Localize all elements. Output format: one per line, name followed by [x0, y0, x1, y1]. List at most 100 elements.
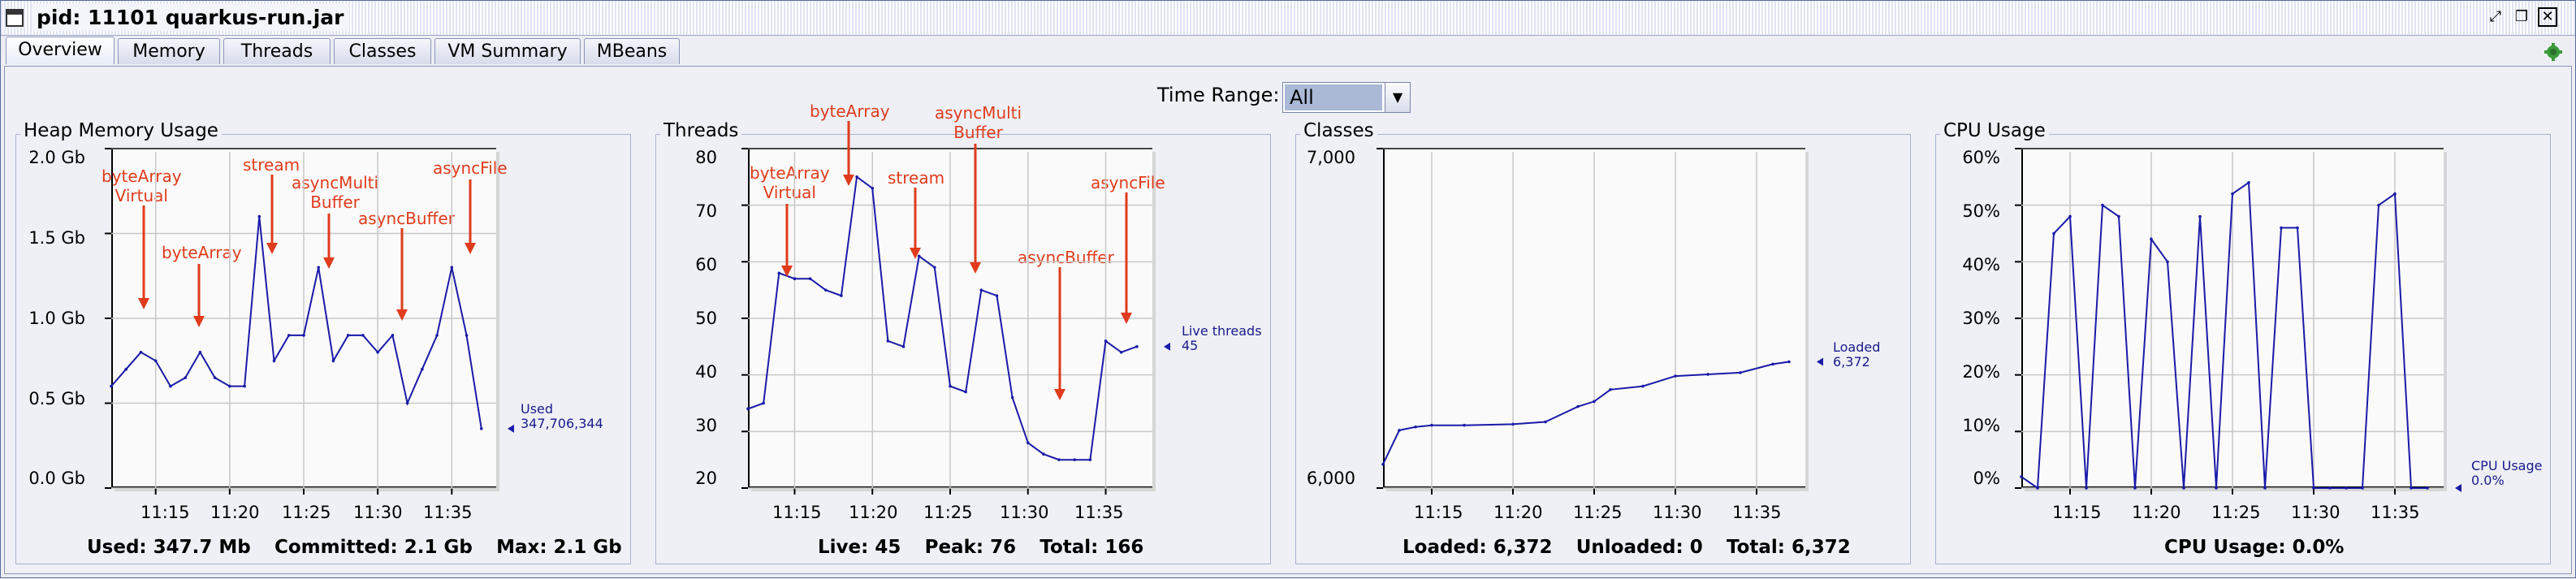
classes-data-point [1430, 423, 1433, 427]
annotation-arrowhead [396, 309, 408, 321]
heap-data-point [317, 266, 321, 270]
classes-series-line [1382, 361, 1790, 465]
heap-data-point [110, 384, 113, 388]
threads-data-point [1026, 441, 1030, 445]
annotation-arrowhead [843, 175, 854, 186]
heap-series-line [110, 216, 482, 430]
heap-data-point [391, 334, 395, 337]
cpu-data-point [2052, 231, 2055, 235]
heap-data-point [465, 334, 469, 337]
cpu-data-point [2036, 486, 2039, 490]
cpu-data-point [2280, 226, 2283, 230]
heap-data-point [139, 351, 143, 354]
cpu-data-point [2133, 486, 2137, 490]
threads-data-point [777, 271, 781, 275]
heap-data-point [376, 351, 379, 354]
threads-data-point [1010, 395, 1014, 400]
cpu-data-point [2345, 486, 2348, 490]
heap-data-point [184, 376, 187, 379]
annotation-arrowhead [266, 243, 278, 254]
classes-data-point [1511, 422, 1515, 426]
cpu-data-point [2215, 486, 2218, 490]
classes-data-point [1706, 373, 1709, 376]
threads-data-point [793, 277, 797, 281]
cpu-data-point [2426, 486, 2429, 490]
classes-data-point [1544, 420, 1547, 424]
cpu-data-point [2296, 226, 2299, 230]
classes-data-point [1593, 400, 1596, 404]
heap-data-point [257, 214, 261, 218]
cpu-data-point [2085, 486, 2088, 490]
heap-data-point [435, 334, 439, 337]
annotation-arrowhead [323, 257, 335, 269]
cpu-data-point [2393, 192, 2397, 196]
heap-data-point [287, 334, 291, 337]
threads-data-point [901, 345, 905, 348]
annotation-arrowhead [138, 298, 149, 309]
threads-data-point [1119, 351, 1123, 354]
cpu-data-point [2101, 203, 2104, 207]
threads-data-point [855, 175, 858, 179]
threads-legend-marker [1164, 342, 1170, 351]
threads-data-point [762, 401, 765, 405]
cpu-data-point [2247, 181, 2250, 184]
threads-data-point [840, 294, 843, 297]
heap-data-point [228, 384, 231, 388]
threads-data-point [1057, 458, 1061, 461]
classes-data-point [1414, 425, 1417, 429]
cpu-data-point [2410, 486, 2413, 490]
threads-data-point [979, 288, 983, 292]
heap-data-point [346, 334, 350, 337]
heap-data-point [153, 359, 158, 363]
threads-data-point [1073, 458, 1077, 461]
threads-data-point [995, 294, 999, 297]
classes-data-point [1787, 360, 1791, 364]
cpu-data-point [2361, 486, 2364, 490]
classes-data-point [1771, 362, 1774, 366]
heap-data-point [361, 334, 365, 337]
heap-data-point [169, 384, 172, 388]
heap-data-point [331, 359, 335, 363]
heap-data-point [479, 427, 483, 430]
cpu-data-point [2198, 214, 2202, 218]
heap-data-point [213, 376, 217, 379]
app-window: pid: 11101 quarkus-run.jar ⤢ ❐ ✕ Overvie… [0, 0, 2576, 578]
cpu-data-point [2182, 486, 2185, 490]
heap-legend-marker [508, 424, 514, 433]
threads-data-point [1088, 458, 1092, 461]
annotation-arrowhead [970, 262, 981, 274]
chart-overlay [105, 121, 2461, 495]
cpu-data-point [2020, 475, 2023, 478]
cpu-data-point [2150, 237, 2153, 241]
threads-data-point [964, 390, 967, 394]
threads-data-point [1104, 339, 1108, 343]
classes-data-point [1674, 374, 1677, 378]
annotation-arrowhead [1054, 389, 1065, 400]
classes-data-point [1398, 429, 1401, 432]
cpu-data-point [2377, 203, 2380, 207]
threads-data-point [746, 407, 750, 411]
threads-data-point [1135, 345, 1139, 348]
classes-data-point [1609, 387, 1612, 391]
classes-legend-marker [1817, 357, 1823, 366]
threads-data-point [949, 384, 952, 388]
threads-data-point [1042, 452, 1045, 456]
cpu-data-point [2117, 214, 2120, 218]
heap-data-point [405, 401, 409, 405]
annotation-arrowhead [193, 316, 205, 327]
threads-data-point [808, 277, 812, 281]
classes-data-point [1576, 404, 1580, 408]
classes-data-point [1463, 423, 1466, 427]
threads-data-point [871, 186, 875, 190]
heap-data-point [302, 334, 305, 337]
cpu-data-point [2068, 214, 2072, 218]
cpu-legend-marker [2455, 484, 2461, 492]
heap-data-point [124, 367, 128, 371]
heap-data-point [272, 359, 276, 363]
cpu-series-line [2021, 180, 2427, 490]
heap-data-point [450, 266, 454, 270]
classes-data-point [1641, 384, 1645, 388]
heap-data-point [198, 351, 202, 354]
cpu-data-point [2263, 486, 2267, 490]
classes-data-point [1381, 462, 1385, 466]
